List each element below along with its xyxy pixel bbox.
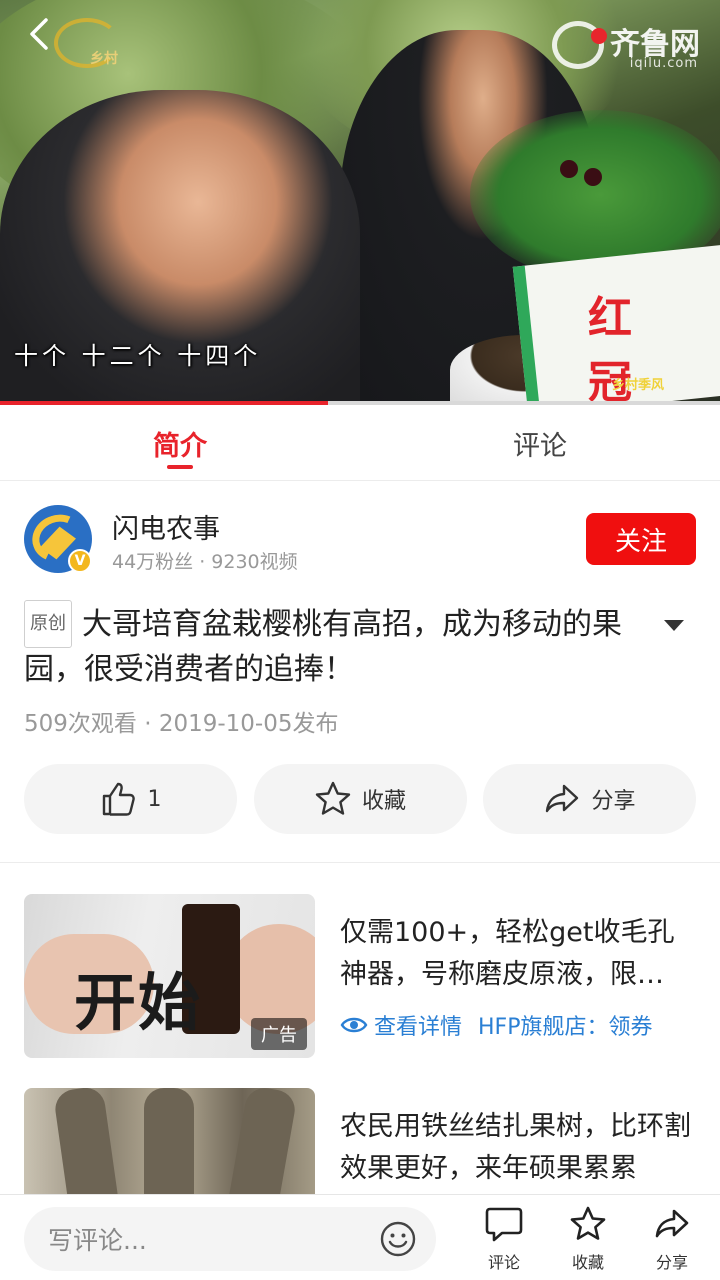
star-icon bbox=[570, 1206, 606, 1240]
eye-icon bbox=[340, 1017, 368, 1033]
back-icon[interactable] bbox=[22, 14, 62, 54]
section-divider bbox=[0, 862, 720, 863]
like-count: 1 bbox=[147, 786, 162, 812]
share-icon bbox=[546, 784, 579, 813]
watermark-url: iqilu.com bbox=[629, 56, 698, 71]
share-button[interactable]: 分享 bbox=[483, 764, 696, 834]
tab-active-indicator bbox=[167, 465, 193, 469]
ad-title[interactable]: 仅需100+，轻松get收毛孔神器，号称磨皮原液，限… bbox=[340, 912, 696, 996]
favorite-button[interactable]: 收藏 bbox=[253, 764, 467, 834]
tab-comments-label: 评论 bbox=[513, 430, 567, 462]
emoji-icon[interactable] bbox=[380, 1221, 416, 1257]
comment-icon bbox=[485, 1207, 523, 1242]
ad-tag: 广告 bbox=[251, 1018, 307, 1050]
ad-detail-link[interactable]: 查看详情 bbox=[374, 1009, 462, 1041]
star-icon bbox=[315, 781, 351, 815]
watermark-logo-icon bbox=[552, 21, 607, 69]
video-scene-cherry bbox=[584, 168, 602, 186]
follow-button[interactable]: 关注 bbox=[586, 513, 696, 565]
comment-input[interactable]: 写评论... bbox=[24, 1207, 436, 1271]
tab-bar: 简介 评论 bbox=[0, 405, 720, 481]
video-player[interactable]: 红 冠 乡村季风 乡村 齐鲁网 iqilu.com 十个 十二个 十四个 bbox=[0, 0, 720, 405]
bottom-favorite-label: 收藏 bbox=[571, 1253, 604, 1272]
favorite-label: 收藏 bbox=[361, 789, 406, 814]
video-title: 原创 大哥培育盆栽樱桃有高招，成为移动的果园，很受消费者的追捧！ bbox=[24, 600, 654, 692]
video-scene-cherry bbox=[560, 160, 578, 178]
author-stats: 44万粉丝 · 9230视频 bbox=[112, 551, 298, 573]
bottom-bar: 写评论... 评论 收藏 分享 bbox=[0, 1194, 720, 1280]
list-item-ad[interactable]: 开始 广告 仅需100+，轻松get收毛孔神器，号称磨皮原液，限… 查看详情 H… bbox=[24, 894, 696, 1058]
thumbnail-caption: 开始 bbox=[74, 966, 203, 1039]
action-row: 1 收藏 分享 bbox=[24, 764, 696, 834]
original-badge: 原创 bbox=[24, 600, 72, 648]
tab-comments[interactable]: 评论 bbox=[360, 405, 720, 481]
ad-shop-link[interactable]: HFP旗舰店：领券 bbox=[478, 1009, 652, 1041]
bottom-share-button[interactable]: 分享 bbox=[640, 1205, 704, 1275]
video-subtitle: 十个 十二个 十四个 bbox=[14, 342, 262, 370]
bottom-share-label: 分享 bbox=[655, 1253, 688, 1272]
author-name[interactable]: 闪电农事 bbox=[112, 507, 220, 546]
bottom-favorite-button[interactable]: 收藏 bbox=[556, 1205, 620, 1275]
tab-intro[interactable]: 简介 bbox=[0, 405, 360, 481]
video-title-block: 原创 大哥培育盆栽樱桃有高招，成为移动的果园，很受消费者的追捧！ bbox=[24, 600, 696, 692]
video-title-text: 大哥培育盆栽樱桃有高招，成为移动的果园，很受消费者的追捧！ bbox=[24, 607, 622, 687]
channel-logo-text: 乡村 bbox=[90, 51, 118, 67]
verified-badge: V bbox=[68, 549, 92, 573]
view-count-and-date: 509次观看 · 2019-10-05发布 bbox=[24, 711, 339, 737]
bottom-comment-label: 评论 bbox=[487, 1253, 520, 1272]
ad-link-row[interactable]: 查看详情 HFP旗舰店：领券 bbox=[340, 1009, 696, 1041]
tab-intro-label: 简介 bbox=[153, 430, 207, 462]
video-corner-brand: 乡村季风 bbox=[612, 378, 665, 393]
list-item-title[interactable]: 农民用铁丝结扎果树，比环割效果更好，来年硕果累累 bbox=[340, 1106, 696, 1190]
bottom-comment-button[interactable]: 评论 bbox=[472, 1205, 536, 1275]
comment-placeholder: 写评论... bbox=[48, 1226, 147, 1255]
like-button[interactable]: 1 bbox=[24, 764, 237, 834]
thumbs-up-icon bbox=[102, 782, 135, 816]
share-label: 分享 bbox=[591, 789, 636, 814]
author-row: V 闪电农事 44万粉丝 · 9230视频 关注 bbox=[24, 505, 696, 577]
ad-thumbnail[interactable]: 开始 广告 bbox=[24, 894, 315, 1058]
share-icon bbox=[655, 1209, 689, 1238]
expand-caret-icon[interactable] bbox=[664, 620, 684, 632]
